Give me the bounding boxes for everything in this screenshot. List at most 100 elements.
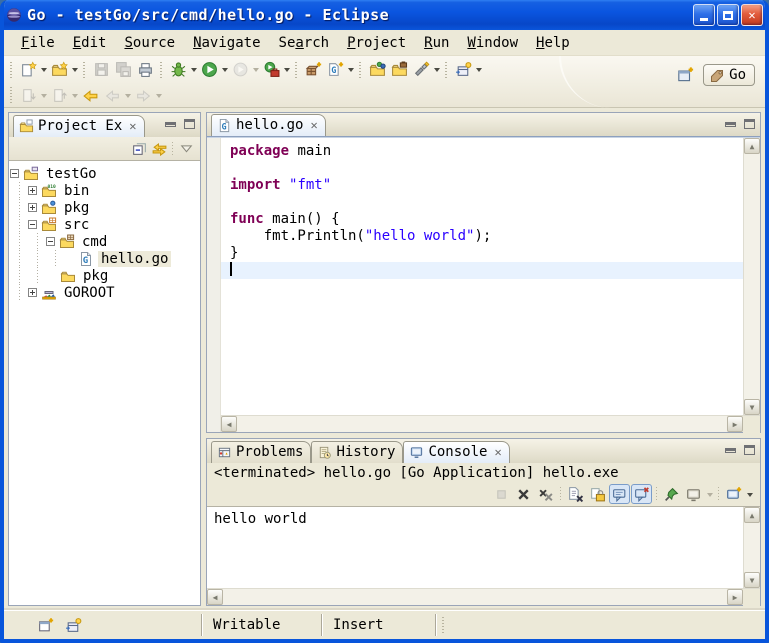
scroll-up-icon[interactable]: ▲ (744, 138, 760, 154)
tree-item-testgo[interactable]: testGo (9, 165, 200, 182)
print-button[interactable] (134, 59, 156, 81)
collapse-icon[interactable] (46, 237, 55, 246)
tree-item-pkg[interactable]: pkg (9, 199, 200, 216)
project-explorer-tab[interactable]: Project Ex ✕ (13, 115, 145, 137)
menu-item-run[interactable]: Run (415, 33, 458, 53)
synchronize-button[interactable] (64, 616, 82, 634)
new-wizard-dropdown-icon[interactable] (39, 59, 48, 81)
synchronize-dropdown-icon[interactable] (474, 59, 483, 81)
console-tab-close-icon[interactable]: ✕ (494, 445, 501, 459)
debug-button[interactable] (167, 59, 189, 81)
clear-console-button[interactable] (565, 484, 586, 504)
run-last-dropdown-icon (251, 59, 260, 81)
remove-launch-button[interactable] (513, 484, 534, 504)
expand-icon[interactable] (28, 186, 37, 195)
last-edit-location-button[interactable] (79, 84, 101, 106)
collapse-icon[interactable] (10, 169, 19, 178)
project-explorer-close-icon[interactable]: ✕ (129, 119, 136, 133)
minimize-view-button[interactable] (165, 122, 176, 127)
new-project-dropdown-icon[interactable] (70, 59, 79, 81)
menu-item-edit[interactable]: Edit (64, 33, 116, 53)
scroll-left-icon[interactable]: ◀ (221, 416, 237, 432)
new-project-button[interactable] (48, 59, 70, 81)
search-dropdown-icon[interactable] (432, 59, 441, 81)
tree-item-label: GOROOT (61, 285, 118, 301)
project-explorer-header: Project Ex ✕ (9, 113, 200, 137)
minimize-editor-button[interactable] (725, 122, 736, 127)
console-horizontal-scrollbar[interactable]: ◀ ▶ (207, 589, 743, 605)
problems-view-icon (217, 445, 232, 460)
menu-item-help[interactable]: Help (527, 33, 579, 53)
menu-item-search[interactable]: Search (270, 33, 339, 53)
menu-item-source[interactable]: Source (115, 33, 184, 53)
tree-item-goroot[interactable]: GOROOT (9, 284, 200, 301)
collapse-icon[interactable] (28, 220, 37, 229)
editor-tab-hello-go[interactable]: G hello.go ✕ (211, 114, 326, 136)
open-console-dropdown-icon[interactable] (745, 483, 754, 505)
show-stderr-button[interactable] (631, 484, 652, 504)
debug-dropdown-icon[interactable] (189, 59, 198, 81)
maximize-console-button[interactable] (744, 445, 755, 455)
export-button[interactable] (388, 59, 410, 81)
pin-console-button[interactable] (661, 484, 682, 504)
scroll-down-icon[interactable]: ▼ (744, 572, 760, 588)
code-editor[interactable]: package mainimport "fmt"func main() { fm… (221, 138, 743, 415)
editor-vertical-scrollbar[interactable]: ▲ ▼ (743, 138, 760, 415)
menu-item-window[interactable]: Window (458, 33, 527, 53)
go-perspective-button[interactable]: Go (703, 64, 755, 86)
maximize-editor-button[interactable] (744, 119, 755, 129)
console-tab-history[interactable]: History (311, 441, 403, 463)
toolbar-grip (8, 86, 15, 104)
editor-horizontal-scrollbar[interactable]: ◀ ▶ (221, 416, 743, 432)
tree-item-src[interactable]: src (9, 216, 200, 233)
console-vertical-scrollbar[interactable]: ▲ ▼ (743, 507, 760, 588)
synchronize-button[interactable] (452, 59, 474, 81)
run-button[interactable] (198, 59, 220, 81)
new-go-file-dropdown-icon[interactable] (346, 59, 355, 81)
open-console-button[interactable] (723, 484, 744, 504)
console-output[interactable]: hello world (207, 507, 743, 588)
menu-item-file[interactable]: File (12, 33, 64, 53)
open-perspective-button[interactable] (673, 63, 697, 87)
new-go-package-button[interactable] (302, 59, 324, 81)
tree-item-bin[interactable]: 010bin (9, 182, 200, 199)
minimize-console-button[interactable] (725, 448, 736, 453)
title-bar[interactable]: Go - testGo/src/cmd/hello.go - Eclipse ✕ (0, 0, 769, 30)
code-line (221, 262, 743, 279)
maximize-button[interactable] (717, 4, 739, 26)
minimize-button[interactable] (693, 4, 715, 26)
collapse-all-button[interactable] (129, 139, 149, 159)
tree-item-cmd[interactable]: cmd (9, 233, 200, 250)
show-stdout-button[interactable] (609, 484, 630, 504)
expand-icon[interactable] (28, 203, 37, 212)
close-button[interactable]: ✕ (741, 4, 763, 26)
run-last-button (229, 59, 251, 81)
editor-tab-close-icon[interactable]: ✕ (310, 118, 317, 132)
menu-item-navigate[interactable]: Navigate (184, 33, 269, 53)
external-tools-button[interactable] (260, 59, 282, 81)
scroll-right-icon[interactable]: ▶ (727, 589, 743, 605)
remove-all-terminated-button[interactable] (535, 484, 556, 504)
new-go-file-button[interactable]: G (324, 59, 346, 81)
link-editor-button[interactable] (149, 139, 169, 159)
run-dropdown-icon[interactable] (220, 59, 229, 81)
fast-view-button[interactable] (36, 616, 54, 634)
display-console-button[interactable] (683, 484, 704, 504)
expand-icon[interactable] (28, 288, 37, 297)
external-tools-dropdown-icon[interactable] (282, 59, 291, 81)
scroll-left-icon[interactable]: ◀ (207, 589, 223, 605)
menu-item-project[interactable]: Project (338, 33, 415, 53)
import-button[interactable] (366, 59, 388, 81)
scroll-right-icon[interactable]: ▶ (727, 416, 743, 432)
scroll-up-icon[interactable]: ▲ (744, 507, 760, 523)
view-menu-button[interactable] (176, 139, 196, 159)
new-wizard-button[interactable] (17, 59, 39, 81)
tree-item-pkg[interactable]: pkg (9, 267, 200, 284)
console-tab-problems[interactable]: Problems (211, 441, 311, 463)
scroll-lock-button[interactable] (587, 484, 608, 504)
maximize-view-button[interactable] (184, 119, 195, 129)
tree-item-hello-go[interactable]: Ghello.go (9, 250, 200, 267)
console-tab-console[interactable]: Console✕ (403, 441, 509, 463)
search-button[interactable] (410, 59, 432, 81)
scroll-down-icon[interactable]: ▼ (744, 399, 760, 415)
